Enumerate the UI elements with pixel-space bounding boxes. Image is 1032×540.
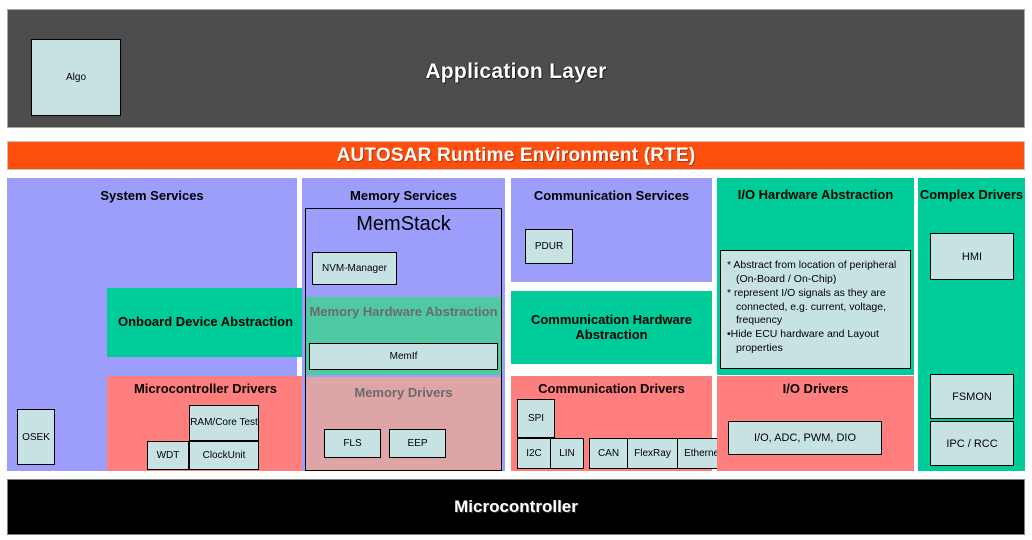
communication-hardware-abstraction-block: Communication Hardware Abstraction [511,291,712,364]
io-note-item: * represent I/O signals as they are conn… [727,286,887,327]
communication-services-block: Communication Services PDUR [511,178,712,282]
memory-stack-outline [305,208,502,471]
io-hardware-abstraction-block: I/O Hardware Abstraction * Abstract from… [717,178,914,375]
osek-module-box: OSEK [17,409,55,465]
io-note-item: * Abstract from location of peripheral (… [727,259,897,285]
io-drivers-block: I/O Drivers I/O, ADC, PWM, DIO [717,376,914,471]
clock-unit-module-box: ClockUnit [189,441,259,470]
microcontroller-drivers-block: Microcontroller Drivers RAM/Core Test WD… [107,376,304,471]
spi-module-box: SPI [517,399,555,438]
microcontroller-drivers-title: Microcontroller Drivers [133,381,278,396]
i2c-module-box: I2C [517,438,551,469]
communication-column: Communication Services PDUR Communicatio… [511,178,729,471]
rte-band: AUTOSAR Runtime Environment (RTE) [7,141,1025,170]
complex-drivers-column: Complex Drivers HMI FSMON IPC / RCC [918,178,1025,471]
io-drivers-title: I/O Drivers [782,381,849,396]
ipc-rcc-module-box: IPC / RCC [930,421,1014,466]
lin-module-box: LIN [550,438,584,469]
wdt-module-box: WDT [147,441,189,470]
pdur-module-box: PDUR [525,229,573,264]
system-services-title: System Services [100,188,204,203]
application-layer-band: Application Layer Algo [7,9,1025,128]
ram-core-test-module-box: RAM/Core Test [189,405,259,441]
autosar-layered-architecture-diagram: Application Layer Algo AUTOSAR Runtime E… [0,0,1032,540]
rte-label: AUTOSAR Runtime Environment (RTE) [336,144,696,166]
io-hardware-abstraction-notes-box: * Abstract from location of peripheral (… [720,250,911,369]
communication-services-title: Communication Services [533,188,690,203]
application-layer-title: Application Layer [425,60,607,83]
io-column: I/O Hardware Abstraction * Abstract from… [717,178,914,471]
algo-module-box: Algo [31,39,121,116]
hmi-module-box: HMI [930,233,1014,280]
onboard-device-abstraction-block: Onboard Device Abstraction [107,288,304,357]
io-adc-pwm-dio-module-box: I/O, ADC, PWM, DIO [728,421,882,455]
memory-services-title: Memory Services [350,188,457,203]
fsmon-module-box: FSMON [930,374,1014,419]
can-module-box: CAN [589,438,628,469]
microcontroller-band: Microcontroller [7,479,1025,535]
io-note-item: •Hide ECU hardware and Layout properties [727,328,879,355]
onboard-device-abstraction-title: Onboard Device Abstraction [117,314,294,330]
communication-drivers-block: Communication Drivers SPI I2C LIN CAN Fl… [511,376,729,471]
io-hardware-abstraction-title: I/O Hardware Abstraction [737,187,894,202]
system-services-column: System Services OSEK Onboard Device Abst… [7,178,304,471]
memory-services-column: Memory Services MemStack NVM-Manager Mem… [302,178,505,471]
communication-hardware-abstraction-title: Communication Hardware Abstraction [530,311,693,342]
flexray-module-box: FlexRay [627,438,678,469]
communication-drivers-title: Communication Drivers [538,381,685,396]
microcontroller-label: Microcontroller [454,497,578,516]
complex-drivers-title: Complex Drivers [919,187,1024,202]
